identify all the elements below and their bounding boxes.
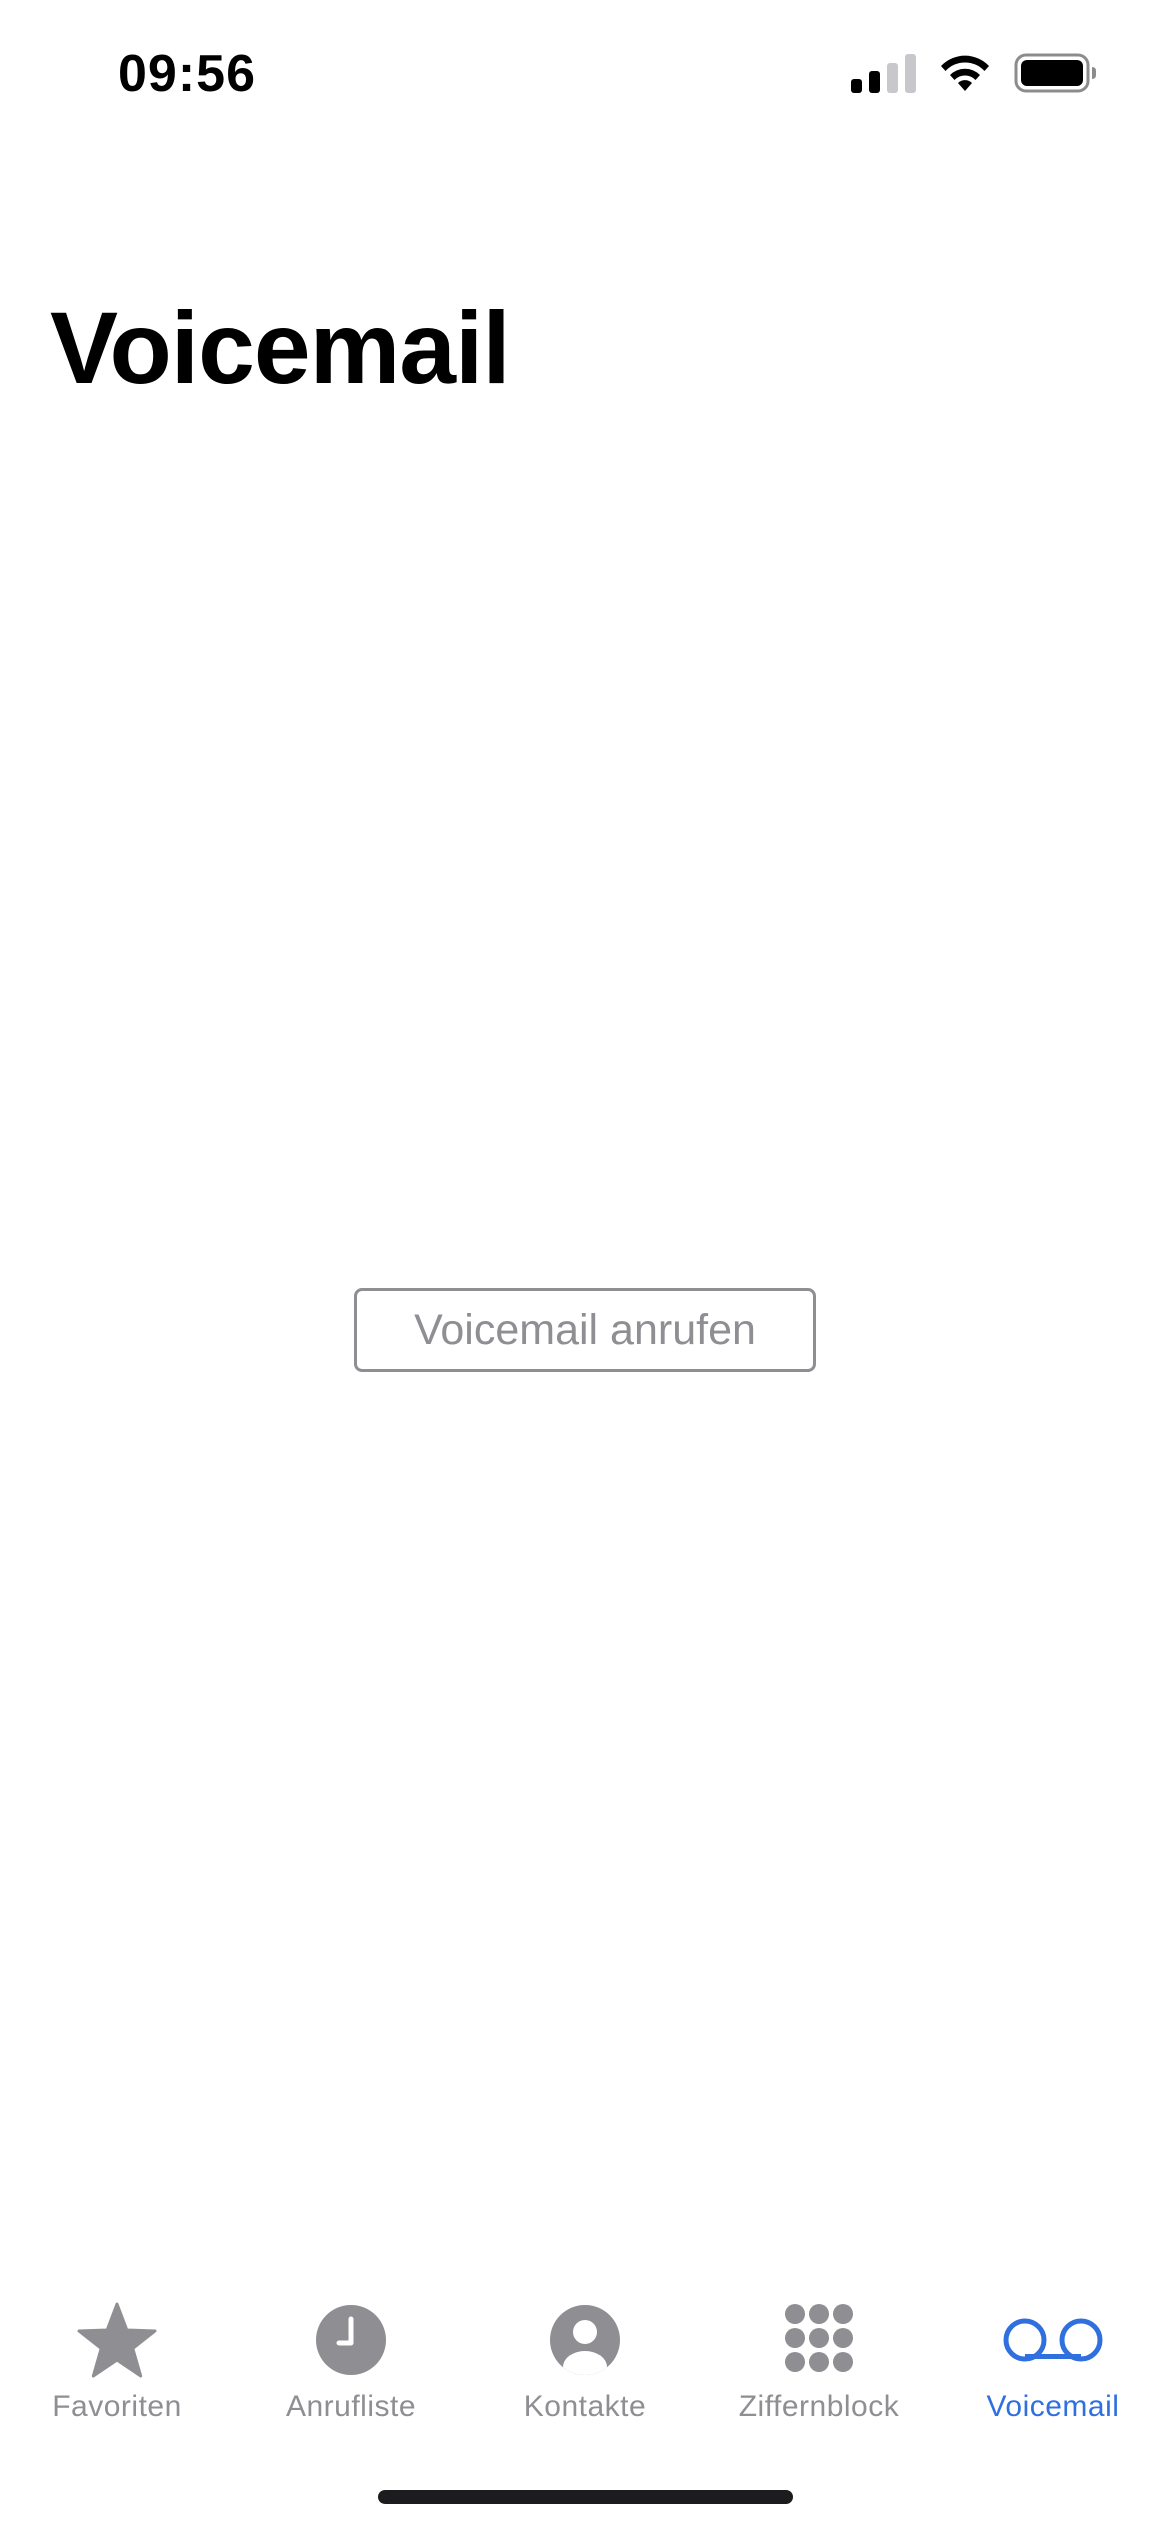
tab-anrufliste[interactable]: Anrufliste <box>234 2274 468 2424</box>
call-voicemail-button[interactable]: Voicemail anrufen <box>354 1288 816 1372</box>
tab-ziffernblock[interactable]: Ziffernblock <box>702 2274 936 2424</box>
tab-label: Kontakte <box>523 2390 647 2423</box>
battery-icon <box>1014 53 1096 93</box>
clock-icon <box>296 2300 406 2380</box>
tab-label: Ziffernblock <box>738 2390 900 2423</box>
star-icon <box>62 2300 172 2380</box>
home-indicator[interactable] <box>378 2490 793 2504</box>
voicemail-icon <box>998 2300 1108 2380</box>
page-title: Voicemail <box>50 291 511 405</box>
tab-voicemail[interactable]: Voicemail <box>936 2274 1170 2424</box>
tab-kontakte[interactable]: Kontakte <box>468 2274 702 2424</box>
wifi-icon <box>941 55 989 91</box>
cellular-signal-icon <box>851 53 916 93</box>
status-time: 09:56 <box>118 45 256 103</box>
keypad-icon <box>764 2300 874 2380</box>
status-bar: 09:56 <box>0 0 1170 150</box>
tab-favoriten[interactable]: Favoriten <box>0 2274 234 2424</box>
status-icons <box>851 52 1098 94</box>
tab-label: Anrufliste <box>285 2390 417 2423</box>
tab-label: Favoriten <box>52 2390 182 2423</box>
contact-icon <box>530 2300 640 2380</box>
tab-label: Voicemail <box>986 2390 1120 2423</box>
tab-bar: Favoriten Anrufliste Kontakte Ziffernblo… <box>0 2274 1170 2424</box>
